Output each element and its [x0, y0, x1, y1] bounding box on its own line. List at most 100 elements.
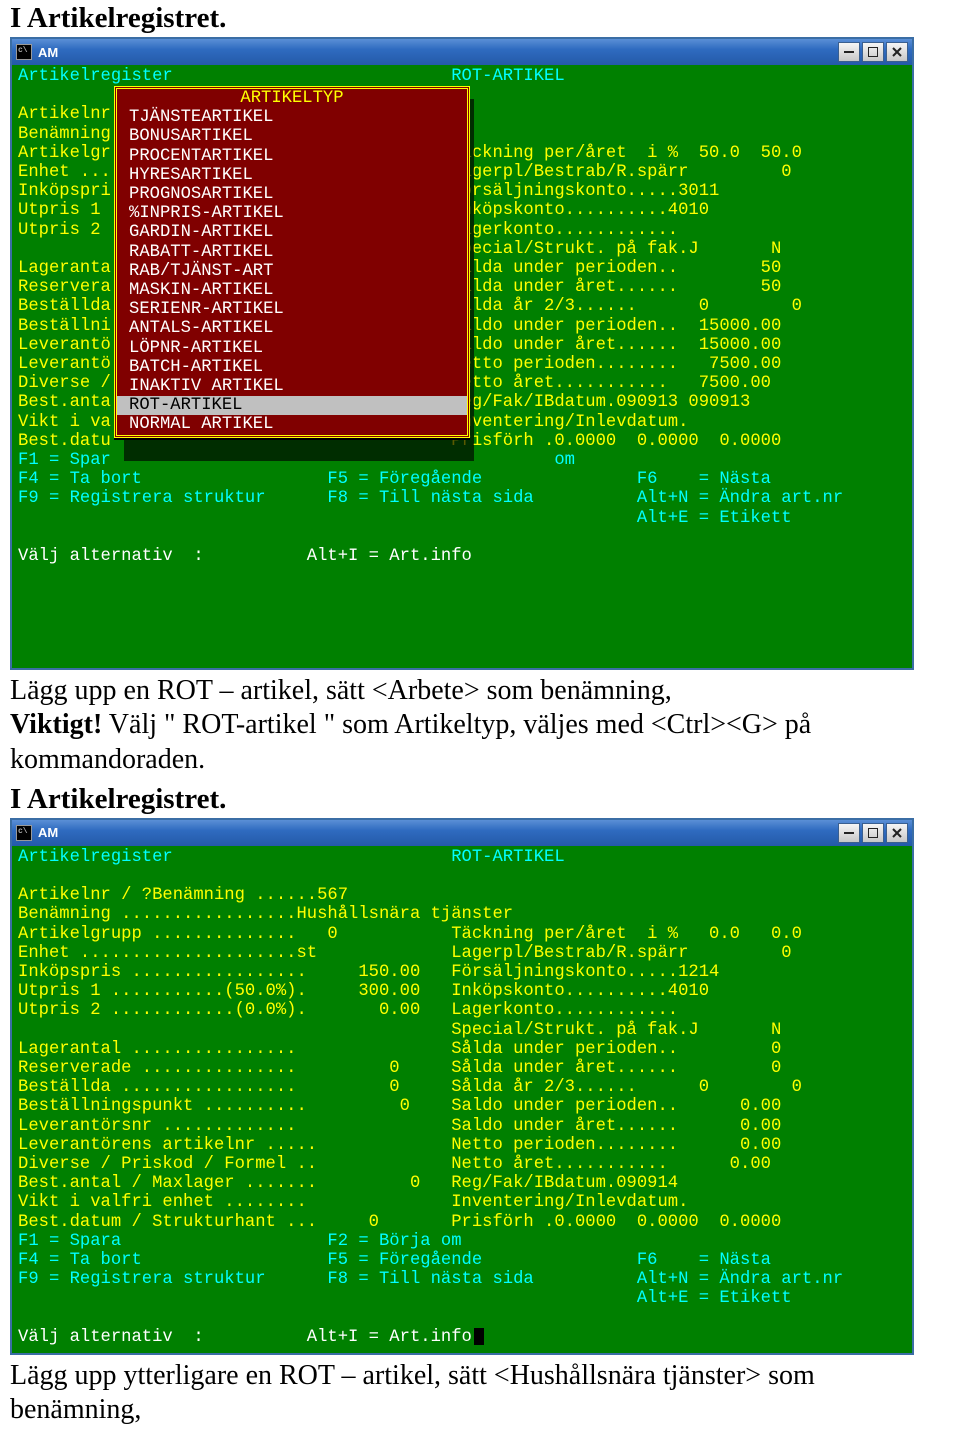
screen2-left: Lagerantal ................ — [18, 1040, 451, 1059]
screen2-right: Inventering/Inlevdatum. — [451, 1193, 688, 1212]
screen2-left: Diverse / Priskod / Formel .. — [18, 1155, 451, 1174]
screen2-right: Prisförh .0.0000 0.0000 0.0000 — [451, 1213, 781, 1232]
window-title-area-2: AM — [16, 825, 58, 841]
screen1-right-value: Sålda under året...... 50 — [451, 278, 781, 297]
screen1-right-value: Special/Strukt. på fak.J N — [451, 240, 781, 259]
popup-item[interactable]: PROCENTARTIKEL — [117, 147, 467, 166]
doc-heading-2: I Artikelregistret. — [10, 783, 960, 816]
popup-item[interactable]: ANTALS-ARTIKEL — [117, 319, 467, 338]
window-titlebar: AM — [12, 39, 912, 65]
close-button[interactable] — [886, 42, 908, 62]
fn-key-hint: Alt+E = Etikett — [18, 509, 792, 528]
screen1-right-value: Sålda år 2/3...... 0 0 — [451, 297, 802, 316]
popup-item[interactable]: INAKTIV ARTIKEL — [117, 377, 467, 396]
command-prompt[interactable]: Välj alternativ : Alt+I = Art.info — [18, 547, 472, 566]
maximize-button[interactable] — [862, 42, 884, 62]
window-title-area: AM — [16, 44, 58, 60]
window-titlebar-2: AM — [12, 820, 912, 846]
minimize-button-2[interactable] — [838, 823, 860, 843]
screen2-left: Utpris 1 ...........(50.0%). 300.00 — [18, 982, 451, 1001]
doc-para1-rest: Välj " ROT-artikel " som Artikeltyp, väl… — [10, 709, 811, 774]
minimize-button[interactable] — [838, 42, 860, 62]
fn-key-hint: Alt+E = Etikett — [18, 1289, 792, 1308]
screen2-left — [18, 1021, 451, 1040]
fn-key-hint: F1 = Spara F2 = Börja om — [18, 1232, 637, 1251]
text-cursor — [474, 1328, 484, 1345]
screen1-right-value: Reg/Fak/IBdatum.090913 090913 — [451, 393, 750, 412]
screen2-right: Sålda under perioden.. 0 — [451, 1040, 781, 1059]
screen2-right: Saldo under året...... 0.00 — [451, 1117, 781, 1136]
fn-key-hint: F9 = Registrera struktur F8 = Till nästa… — [18, 489, 843, 508]
screen2-left: Best.datum / Strukturhant ... 0 — [18, 1213, 451, 1232]
popup-item[interactable]: GARDIN-ARTIKEL — [117, 223, 467, 242]
maximize-button-2[interactable] — [862, 823, 884, 843]
screen2-header-left: Artikelregister — [18, 848, 451, 867]
screen2-left: Enhet .....................st — [18, 944, 451, 963]
screen2-right: Sålda under året...... 0 — [451, 1059, 781, 1078]
artikeltyp-popup[interactable]: ARTIKELTYPTJÄNSTEARTIKELBONUSARTIKELPROC… — [114, 86, 470, 438]
screen1-right-value: Prisförh .0.0000 0.0000 0.0000 — [451, 432, 781, 451]
screen1-header-left: Artikelregister — [18, 67, 451, 86]
screen2-right: Inköpskonto..........4010 — [451, 982, 709, 1001]
screen2-left: Leverantörens artikelnr ..... — [18, 1136, 451, 1155]
screen2-right: Saldo under perioden.. 0.00 — [451, 1097, 781, 1116]
screen2-right: Försäljningskonto.....1214 — [451, 963, 719, 982]
screen2-left: Beställningspunkt .......... 0 — [18, 1097, 451, 1116]
screen1-right-value: Försäljningskonto.....3011 — [451, 182, 719, 201]
popup-item[interactable]: RABATT-ARTIKEL — [117, 243, 467, 262]
popup-item[interactable]: NORMAL ARTIKEL — [117, 415, 467, 434]
popup-item[interactable]: PROGNOSARTIKEL — [117, 185, 467, 204]
screen2-right: Netto året........... 0.00 — [451, 1155, 771, 1174]
popup-item[interactable]: %INPRIS-ARTIKEL — [117, 204, 467, 223]
terminal-window-1: AM Artikelregister ROT-ARTIKELArtikelnr … — [10, 37, 914, 670]
popup-item[interactable]: MASKIN-ARTIKEL — [117, 281, 467, 300]
screen2-right: Netto perioden........ 0.00 — [451, 1136, 781, 1155]
window-buttons — [838, 42, 908, 62]
screen2-right: Täckning per/året i % 0.0 0.0 — [451, 925, 802, 944]
screen2-header-right: ROT-ARTIKEL — [451, 848, 564, 867]
screen1-right-value: Netto året........... 7500.00 — [451, 374, 771, 393]
doc-para1-line1: Lägg upp en ROT – artikel, sätt <Arbete>… — [10, 675, 672, 706]
popup-item[interactable]: ROT-ARTIKEL — [117, 396, 467, 415]
popup-item[interactable]: LÖPNR-ARTIKEL — [117, 339, 467, 358]
fn-key-hint: F9 = Registrera struktur F8 = Till nästa… — [18, 1270, 843, 1289]
screen1-right-value: Lagerpl/Bestrab/R.spärr 0 — [451, 163, 791, 182]
popup-item[interactable]: HYRESARTIKEL — [117, 166, 467, 185]
screen1-right-value: Inventering/Inlevdatum. — [451, 413, 688, 432]
popup-item[interactable]: BATCH-ARTIKEL — [117, 358, 467, 377]
screen1-right-value: Lagerkonto............ — [451, 221, 678, 240]
cmd-icon-2 — [16, 825, 32, 841]
screen2-right: Special/Strukt. på fak.J N — [451, 1021, 781, 1040]
window-title-text: AM — [38, 45, 58, 60]
popup-item[interactable]: TJÄNSTEARTIKEL — [117, 108, 467, 127]
screen2-left: Leverantörsnr ............. — [18, 1117, 451, 1136]
fn-key-hint: F4 = Ta bort F5 = Föregående F6 = Nästa — [18, 1251, 771, 1270]
terminal-window-2: AM Artikelregister ROT-ARTIKELArtikelnr … — [10, 818, 914, 1355]
screen2-left: Beställda ................. 0 — [18, 1078, 451, 1097]
screen2-left: Reserverade ............... 0 — [18, 1059, 451, 1078]
doc-paragraph-1: Lägg upp en ROT – artikel, sätt <Arbete>… — [10, 674, 950, 776]
terminal-screen-1[interactable]: Artikelregister ROT-ARTIKELArtikelnr Ben… — [12, 65, 912, 668]
screen1-right-value: Täckning per/året i % 50.0 50.0 — [451, 144, 802, 163]
screen2-left: Utpris 2 ............(0.0%). 0.00 — [18, 1001, 451, 1020]
screen2-right: Lagerpl/Bestrab/R.spärr 0 — [451, 944, 791, 963]
close-button-2[interactable] — [886, 823, 908, 843]
screen1-right-value: Netto perioden........ 7500.00 — [451, 355, 781, 374]
screen1-right-value: Sålda under perioden.. 50 — [451, 259, 781, 278]
screen2-left: Artikelgrupp .............. 0 — [18, 925, 451, 944]
popup-item[interactable]: BONUSARTIKEL — [117, 127, 467, 146]
screen1-header-right: ROT-ARTIKEL — [451, 67, 564, 86]
popup-item[interactable]: RAB/TJÄNST-ART — [117, 262, 467, 281]
doc-heading-1: I Artikelregistret. — [10, 2, 960, 35]
screen2-left: Benämning .................Hushållsnära … — [18, 905, 513, 924]
terminal-screen-2[interactable]: Artikelregister ROT-ARTIKELArtikelnr / ?… — [12, 846, 912, 1353]
doc-paragraph-2: Lägg upp ytterligare en ROT – artikel, s… — [10, 1359, 950, 1427]
screen2-right: Reg/Fak/IBdatum.090914 — [451, 1174, 678, 1193]
popup-item[interactable]: SERIENR-ARTIKEL — [117, 300, 467, 319]
screen2-left: Vikt i valfri enhet ........ — [18, 1193, 451, 1212]
doc-para1-bold: Viktigt! — [10, 709, 102, 740]
screen1-right-value: Inköpskonto..........4010 — [451, 201, 709, 220]
screen2-left: Artikelnr / ?Benämning ......567 — [18, 886, 451, 905]
screen2-left: Best.antal / Maxlager ....... 0 — [18, 1174, 451, 1193]
cmd-icon — [16, 44, 32, 60]
